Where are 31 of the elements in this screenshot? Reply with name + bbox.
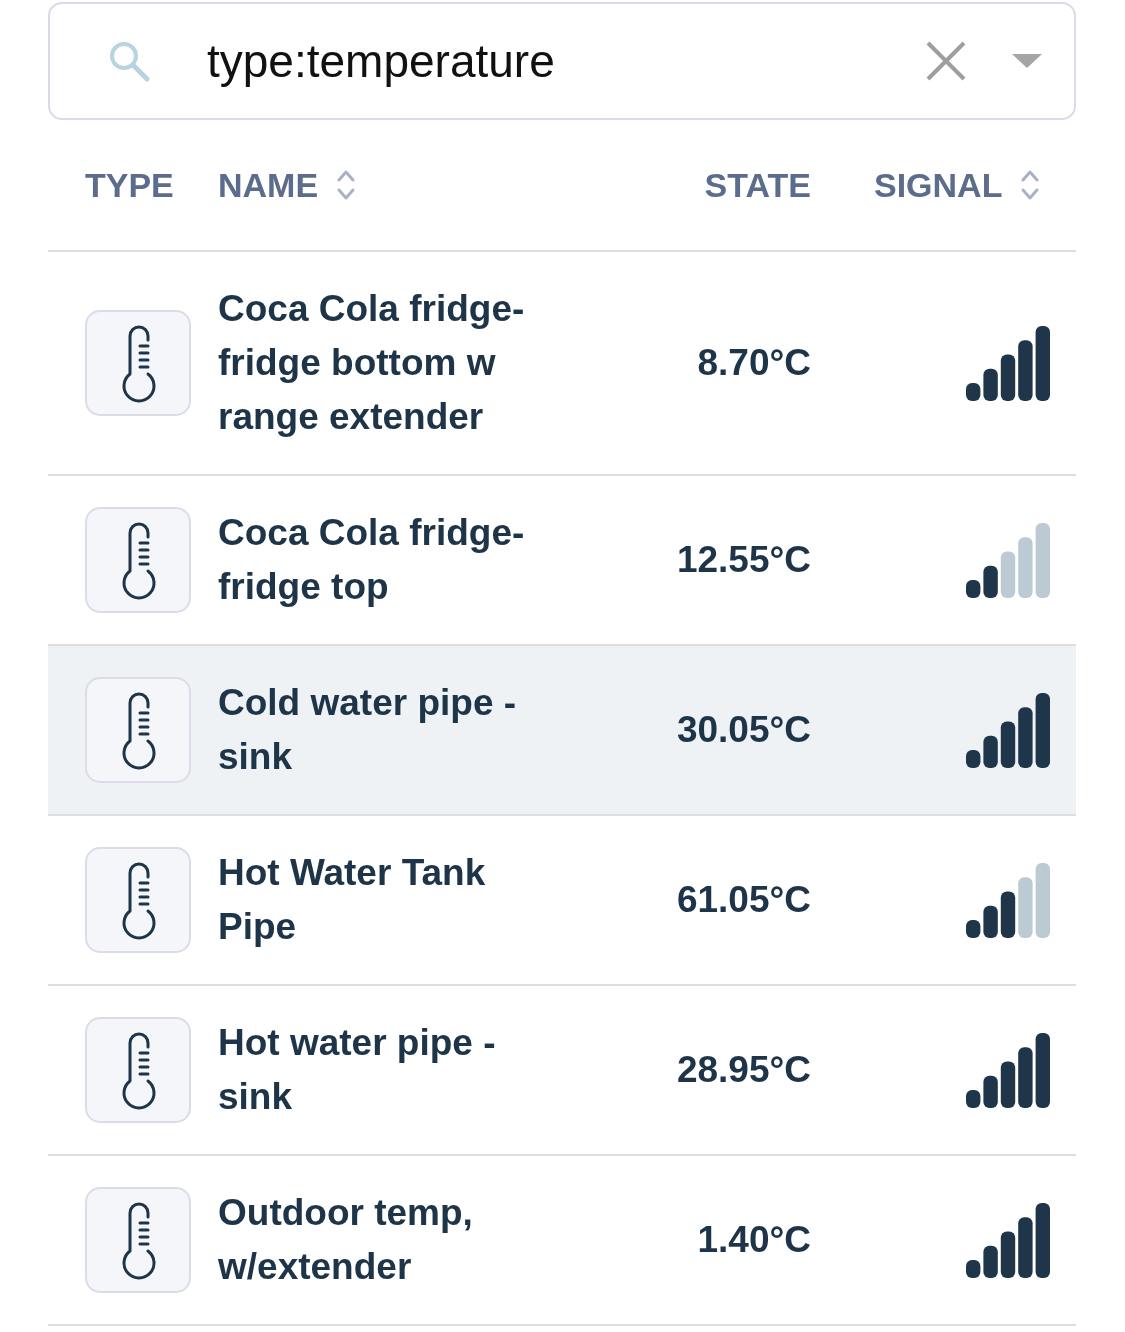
temperature-reading: 61.05°C (676, 879, 811, 921)
search-field[interactable]: type:temperature (207, 34, 925, 88)
temperature-reading: 12.55°C (676, 539, 811, 581)
device-name: Hot Water Tank Pipe (218, 851, 487, 949)
thermometer-icon (85, 310, 191, 416)
thermometer-icon (85, 847, 191, 953)
caret-icon[interactable] (1012, 54, 1042, 68)
table-row[interactable]: Hot water pipe - sink 28.95°C (48, 986, 1076, 1156)
temperature-reading: 30.05°C (676, 709, 811, 751)
device-name: Outdoor temp, w/extender (218, 1191, 474, 1289)
column-header[interactable]: TYPE (85, 165, 174, 205)
close-icon[interactable] (925, 40, 967, 82)
table-row[interactable]: Outdoor temp, w/extender 1.40°C (48, 1156, 1076, 1326)
column-header[interactable]: SIGNAL (874, 165, 1041, 205)
table-row[interactable]: Hot Water Tank Pipe 61.05°C (48, 816, 1076, 986)
device-name: Hot water pipe - sink (218, 1021, 497, 1119)
device-name: Coca Cola fridge-fridge top (218, 511, 526, 609)
table-row[interactable]: Coca Cola fridge-fridge bottom w range extender 8.70°C (48, 252, 1076, 476)
thermometer-icon (85, 1017, 191, 1123)
temperature-reading: 28.95°C (676, 1049, 811, 1091)
thermometer-icon (85, 507, 191, 613)
temperature-reading: 1.40°C (697, 1219, 811, 1261)
thermometer-icon (85, 1187, 191, 1293)
thermometer-icon (85, 677, 191, 783)
column-header[interactable]: STATE (704, 165, 811, 205)
table-row[interactable]: Cold water pipe - sink 30.05°C (48, 646, 1076, 816)
column-header[interactable]: NAME (218, 165, 357, 205)
device-name: Cold water pipe - sink (218, 681, 518, 779)
temperature-reading: 8.70°C (697, 342, 811, 384)
search-icon (108, 40, 150, 82)
device-name: Coca Cola fridge-fridge bottom w range extender (218, 287, 526, 439)
